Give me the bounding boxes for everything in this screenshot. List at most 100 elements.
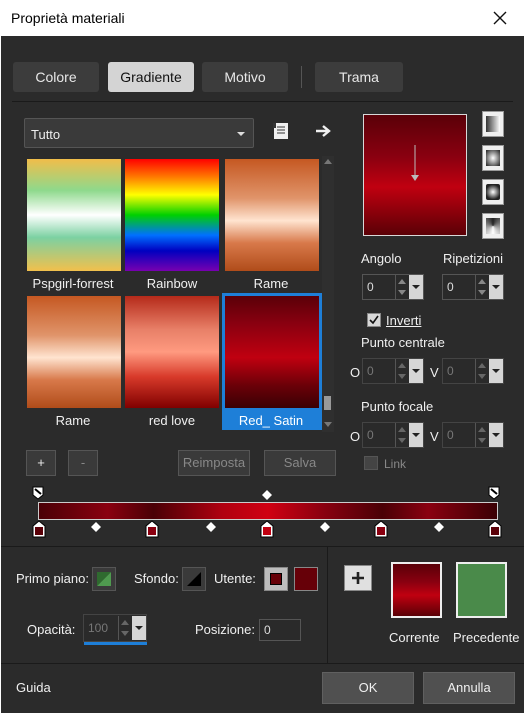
previous-label: Precedente [453,630,520,645]
add-gradient-button[interactable]: + [26,450,56,476]
focal-v-dropdown[interactable] [489,423,503,447]
opacity-midpoint-icon[interactable] [262,490,272,500]
checkmark-icon [369,315,379,325]
repeats-input[interactable]: 0 [442,274,504,300]
reset-button[interactable]: Reimposta [178,450,250,476]
category-value: Tutto [31,127,61,142]
repeats-label: Ripetizioni [443,251,503,266]
repeats-spinner[interactable] [475,275,487,299]
scroll-thumb[interactable] [324,396,331,410]
opacity-stop-icon[interactable] [488,486,500,500]
gradient-thumb-red-love[interactable] [125,296,219,408]
remove-gradient-button[interactable]: - [68,450,98,476]
color-midpoint-icon[interactable] [91,522,101,532]
previous-gradient-swatch[interactable] [456,562,507,618]
cancel-button[interactable]: Annulla [423,672,515,704]
style-rectangular-button[interactable] [482,145,504,171]
opacity-spinner[interactable] [118,616,130,640]
gradient-thumb-pspgirl-forrest[interactable] [27,159,121,271]
color-midpoint-icon[interactable] [434,522,444,532]
save-button[interactable]: Salva [264,450,336,476]
library-scrollbar[interactable] [322,156,334,432]
center-v-dropdown[interactable] [489,359,503,383]
focal-v-spinner[interactable] [475,423,487,447]
style-radial-button[interactable] [482,213,504,239]
help-link[interactable]: Guida [16,680,51,695]
gradient-thumb-rame-2[interactable] [27,296,121,408]
color-stop-icon[interactable] [260,520,274,538]
library-menu-icon[interactable] [270,120,292,142]
center-v-input[interactable]: 0 [442,358,504,384]
color-midpoint-icon[interactable] [206,522,216,532]
user-label: Utente: [214,571,256,586]
focal-h-input[interactable]: 0 [362,422,424,448]
scroll-down-icon[interactable] [324,422,332,427]
foreground-gradient-icon [97,572,111,586]
current-gradient-swatch[interactable] [391,562,442,618]
opacity-input[interactable]: 100 [83,614,147,642]
opacity-slider-bar[interactable] [84,642,147,645]
style-sunburst-button[interactable] [482,179,504,205]
color-stop-icon[interactable] [32,520,46,538]
tab-colore[interactable]: Colore [13,62,99,92]
focal-h-label: O [350,429,361,444]
gradient-name: Rainbow [146,276,198,291]
angle-dropdown[interactable] [409,275,423,299]
tab-trama[interactable]: Trama [315,62,403,92]
color-stop-icon[interactable] [488,520,502,538]
chevron-down-icon [492,433,500,437]
link-label[interactable]: Link [384,457,406,471]
invert-label[interactable]: Inverti [386,313,421,328]
color-stop-icon[interactable] [374,520,388,538]
gradient-thumb-rainbow[interactable] [125,159,219,271]
repeats-dropdown[interactable] [489,275,503,299]
chevron-down-icon [412,433,420,437]
angle-spinner[interactable] [395,275,407,299]
tab-motivo[interactable]: Motivo [202,62,288,92]
angle-input[interactable]: 0 [362,274,424,300]
rectangular-icon [486,150,500,166]
chevron-down-icon [135,626,143,630]
color-midpoint-icon[interactable] [320,522,330,532]
chevron-down-icon [237,132,245,136]
current-label: Corrente [389,630,440,645]
invert-checkbox[interactable] [367,313,381,327]
arrow-right-icon[interactable] [312,120,334,142]
style-linear-button[interactable] [482,111,504,137]
close-icon[interactable] [488,6,512,30]
user-color-swatch[interactable] [294,567,318,591]
opacity-stop-icon[interactable] [32,486,44,500]
position-input[interactable]: 0 [259,619,301,641]
center-h-spinner[interactable] [395,359,407,383]
opacity-dropdown[interactable] [132,616,146,640]
scroll-up-icon[interactable] [324,159,332,164]
focal-h-spinner[interactable] [395,423,407,447]
window-title: Proprietà materiali [11,10,125,26]
gradient-thumb-rame[interactable] [225,159,319,271]
foreground-swatch[interactable] [92,567,116,591]
color-stop-icon[interactable] [145,520,159,538]
tab-gradiente[interactable]: Gradiente [108,62,194,92]
gradient-thumb-red-satin[interactable] [225,296,319,408]
category-select[interactable]: Tutto [24,118,254,148]
gradient-name: Rame [55,413,91,428]
angle-handle-icon[interactable] [408,143,422,183]
gradient-preview[interactable] [363,114,467,236]
link-checkbox[interactable] [364,456,378,470]
center-v-spinner[interactable] [475,359,487,383]
background-swatch[interactable] [182,567,206,591]
focal-v-value: 0 [447,428,454,442]
center-h-dropdown[interactable] [409,359,423,383]
focal-v-input[interactable]: 0 [442,422,504,448]
ok-button[interactable]: OK [322,672,414,704]
add-to-library-button[interactable] [344,565,372,591]
center-h-input[interactable]: 0 [362,358,424,384]
opacity-label: Opacità: [27,622,76,637]
user-swatch-selected[interactable] [264,567,288,591]
section-divider [1,546,524,547]
user-color-chip [270,573,282,585]
foreground-label: Primo piano: [16,571,89,586]
gradient-bar[interactable] [38,502,498,520]
focal-h-dropdown[interactable] [409,423,423,447]
chevron-down-icon [492,285,500,289]
